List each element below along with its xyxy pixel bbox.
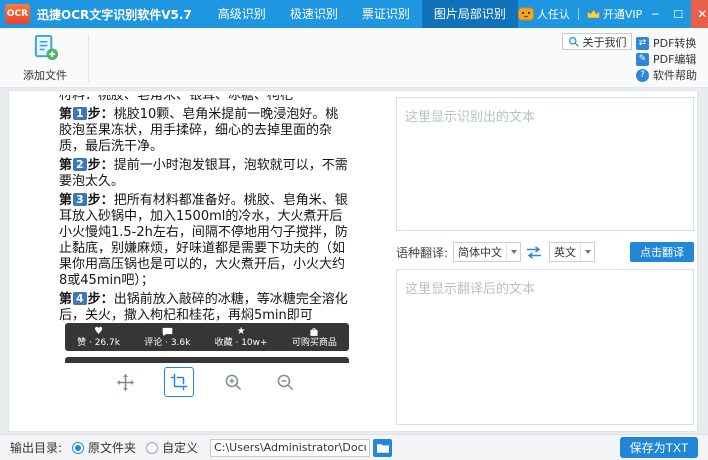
window-titlebar: OCR 迅捷OCR文字识别软件V5.7 高级识别 极速识别 票证识别 图片局部识… bbox=[0, 0, 708, 28]
output-dir-label: 输出目录: bbox=[10, 439, 62, 456]
step-number-badge: 4 bbox=[73, 292, 87, 305]
zoom-in-icon bbox=[224, 373, 243, 392]
source-language-select[interactable]: 简体中文 bbox=[453, 242, 521, 262]
auth-label: 人任认 bbox=[537, 6, 570, 22]
post-stats-bar: ♥ 赞 · 26.7k 评论 · 3.6k ★ 收藏 · 10w+ 可购买商品 bbox=[65, 323, 349, 351]
swap-languages-button[interactable] bbox=[521, 246, 547, 259]
chevron-down-icon bbox=[511, 250, 517, 254]
target-language-select[interactable]: 英文 bbox=[549, 242, 595, 262]
window-title: 迅捷OCR文字识别软件V5.7 bbox=[37, 6, 192, 23]
preview-text: 材料：桃胶、皂角米、银耳、冰糖、枸杞 第1步：桃胶10颗、皂角米提前一晚浸泡好。… bbox=[59, 95, 349, 324]
radio-selected-icon bbox=[72, 442, 84, 454]
pdf-edit-icon: ✎ bbox=[636, 53, 649, 66]
titlebar-divider bbox=[578, 8, 579, 20]
crop-icon bbox=[170, 373, 188, 391]
move-tool-button[interactable] bbox=[112, 369, 138, 395]
zoom-out-icon bbox=[276, 373, 295, 392]
toolbar-divider bbox=[88, 34, 89, 82]
minimize-button[interactable]: ─ bbox=[645, 0, 665, 28]
titlebar-right-cluster: 人任认 开通VIP ─ ☐ ✕ bbox=[518, 0, 708, 28]
preview-paragraph: 第1步：桃胶10颗、皂角米提前一晚浸泡好。桃胶泡至果冻状，用手揉碎，细心的去掉里… bbox=[59, 107, 349, 155]
tab-partial-ocr[interactable]: 图片局部识别 bbox=[422, 0, 518, 28]
translate-row: 语种翻译: 简体中文 英文 点击翻译 bbox=[396, 241, 694, 263]
close-button[interactable]: ✕ bbox=[691, 0, 708, 28]
radio-unselected-icon bbox=[146, 442, 158, 454]
output-path-input[interactable] bbox=[210, 439, 370, 457]
star-icon: ★ bbox=[237, 326, 246, 337]
save-txt-button[interactable]: 保存为TXT bbox=[620, 437, 698, 458]
comment-icon bbox=[162, 326, 173, 337]
cropped-overlay-strip bbox=[65, 357, 349, 363]
heart-icon: ♥ bbox=[94, 326, 103, 337]
move-icon bbox=[116, 373, 135, 392]
about-us-button[interactable]: 关于我们 bbox=[562, 33, 632, 50]
preview-paragraph: 第4步：出锅前放入敲碎的冰糖，等冰糖完全溶化后，关火，撒入枸杞和桂花，再焖5mi… bbox=[59, 292, 349, 324]
folder-icon bbox=[377, 443, 389, 453]
radio-custom-folder[interactable]: 自定义 bbox=[146, 439, 198, 456]
add-file-label: 添加文件 bbox=[14, 67, 76, 83]
add-file-button[interactable]: 添加文件 bbox=[14, 34, 76, 83]
translate-button[interactable]: 点击翻译 bbox=[630, 242, 694, 262]
open-vip-button[interactable]: 开通VIP bbox=[587, 6, 642, 22]
toolbar: 添加文件 关于我们 ⇄ PDF转换 ✎ PDF编辑 ? 软件帮助 bbox=[0, 28, 708, 88]
tab-advanced-ocr[interactable]: 高级识别 bbox=[206, 0, 278, 28]
app-logo-icon: OCR bbox=[5, 4, 30, 24]
auth-button[interactable]: 人任认 bbox=[518, 6, 570, 22]
vip-crown-icon bbox=[587, 9, 600, 19]
chevron-down-icon bbox=[585, 250, 591, 254]
pdf-edit-button[interactable]: ✎ PDF编辑 bbox=[636, 52, 696, 66]
translate-label: 语种翻译: bbox=[396, 244, 448, 261]
vip-label: 开通VIP bbox=[603, 6, 642, 22]
image-preview-canvas[interactable]: 材料：桃胶、皂角米、银耳、冰糖、枸杞 第1步：桃胶10颗、皂角米提前一晚浸泡好。… bbox=[19, 95, 391, 363]
ocr-result-textarea[interactable] bbox=[396, 97, 694, 231]
step-number-badge: 1 bbox=[73, 107, 87, 120]
shop-stat: 可购买商品 bbox=[292, 326, 337, 348]
bottom-bar: 输出目录: 原文件夹 自定义 保存为TXT bbox=[0, 434, 708, 460]
add-file-icon bbox=[32, 34, 59, 61]
software-help-label: 软件帮助 bbox=[653, 67, 697, 83]
pdf-convert-button[interactable]: ⇄ PDF转换 bbox=[636, 36, 696, 50]
menu-tabs: 高级识别 极速识别 票证识别 图片局部识别 bbox=[206, 0, 518, 28]
zoom-in-button[interactable] bbox=[220, 369, 246, 395]
bag-icon bbox=[309, 326, 319, 337]
pdf-convert-icon: ⇄ bbox=[636, 37, 649, 50]
favorites-stat: ★ 收藏 · 10w+ bbox=[215, 326, 268, 348]
pdf-edit-label: PDF编辑 bbox=[653, 51, 696, 67]
browse-folder-button[interactable] bbox=[373, 439, 392, 457]
help-icon: ? bbox=[636, 69, 649, 82]
crop-tool-button[interactable] bbox=[164, 367, 194, 397]
software-help-button[interactable]: ? 软件帮助 bbox=[636, 68, 697, 82]
swap-arrows-icon bbox=[525, 246, 543, 259]
preview-paragraph: 第3步：把所有材料都准备好。桃胶、皂角米、银耳放入砂锅中，加入1500ml的冷水… bbox=[59, 193, 349, 289]
tab-ticket-ocr[interactable]: 票证识别 bbox=[350, 0, 422, 28]
maximize-button[interactable]: ☐ bbox=[668, 0, 688, 28]
pdf-convert-label: PDF转换 bbox=[653, 35, 696, 51]
step-number-badge: 3 bbox=[73, 193, 87, 206]
preview-toolbar bbox=[19, 365, 391, 399]
mascot-icon bbox=[518, 7, 534, 21]
tab-fast-ocr[interactable]: 极速识别 bbox=[278, 0, 350, 28]
search-icon bbox=[568, 36, 579, 47]
preview-paragraph: 材料：桃胶、皂角米、银耳、冰糖、枸杞 bbox=[59, 95, 349, 104]
translated-text-textarea[interactable] bbox=[396, 269, 694, 425]
main-panel: 材料：桃胶、皂角米、银耳、冰糖、枸杞 第1步：桃胶10颗、皂角米提前一晚浸泡好。… bbox=[8, 90, 698, 432]
zoom-out-button[interactable] bbox=[272, 369, 298, 395]
step-number-badge: 2 bbox=[73, 158, 87, 171]
likes-stat: ♥ 赞 · 26.7k bbox=[77, 326, 120, 348]
radio-original-folder[interactable]: 原文件夹 bbox=[72, 439, 136, 456]
about-us-label: 关于我们 bbox=[583, 34, 627, 50]
preview-paragraph: 第2步：提前一小时泡发银耳，泡软就可以，不需要泡太久。 bbox=[59, 158, 349, 190]
comments-stat: 评论 · 3.6k bbox=[144, 326, 190, 348]
